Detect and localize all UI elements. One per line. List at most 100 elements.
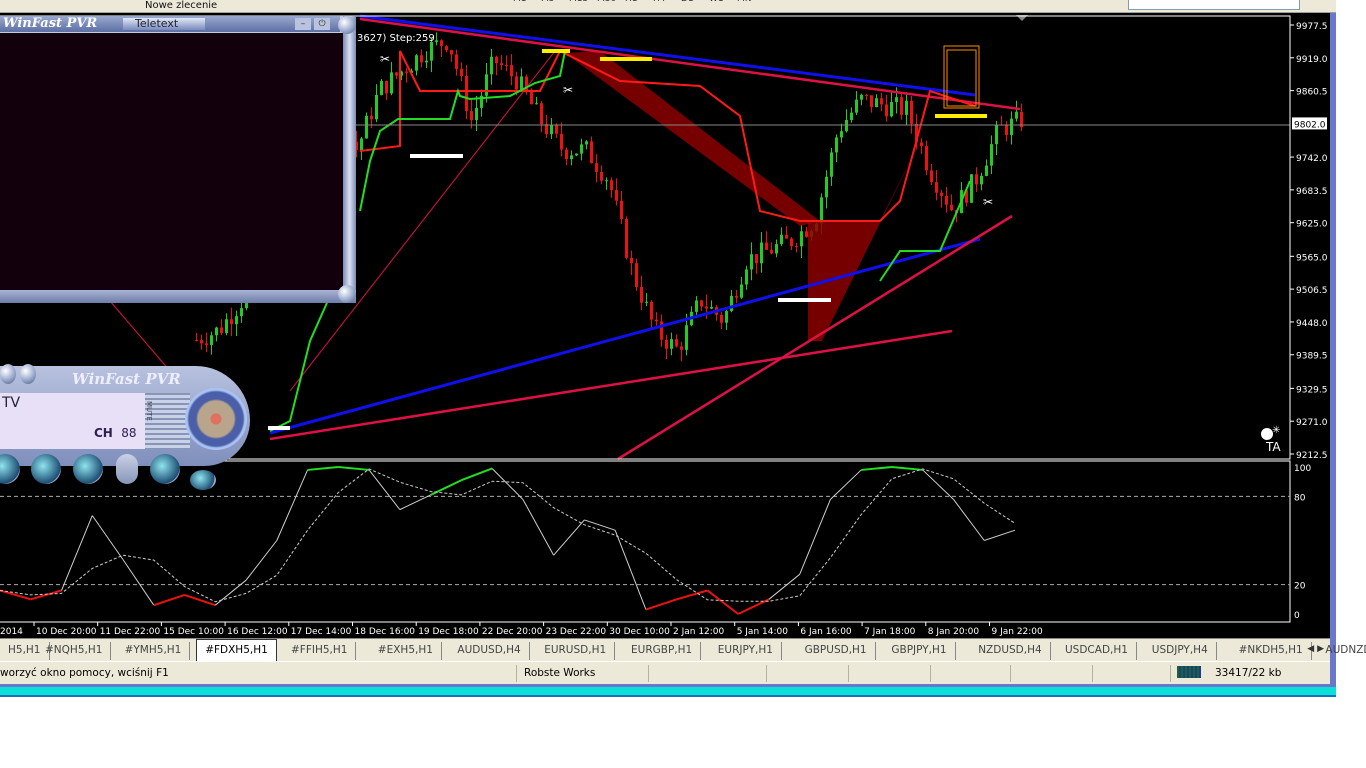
osc-main-segment	[645, 598, 677, 611]
timeframe-h4[interactable]: H4	[653, 0, 666, 4]
tab-scroll-arrows[interactable]: ◀ ▶	[1307, 644, 1324, 654]
candle	[800, 231, 803, 247]
timeframe-m30[interactable]: M30	[597, 0, 616, 4]
candle	[830, 152, 833, 177]
power-button[interactable]: ⏻	[314, 18, 330, 30]
candle	[1010, 118, 1013, 135]
connection-status-icon	[1177, 666, 1201, 678]
teletext-screen	[0, 33, 344, 290]
timeframe-m5[interactable]: M5	[541, 0, 555, 4]
tab-gbpjpyh1[interactable]: GBPJPY,H1	[883, 642, 956, 660]
timeframe-h1[interactable]: H1	[625, 0, 638, 4]
tab-ymh5h1[interactable]: #YMH5,H1	[117, 642, 191, 660]
pvr-remote[interactable]: WinFast PVR TV CH 88 MUTE	[0, 364, 270, 490]
candle	[420, 55, 423, 63]
candle	[560, 133, 563, 150]
candle	[625, 218, 628, 258]
tab-eurgbph1[interactable]: EURGBP,H1	[623, 642, 702, 660]
candle	[435, 40, 438, 43]
search-input[interactable]	[1128, 0, 1300, 10]
tab-gbpusdh1[interactable]: GBPUSD,H1	[797, 642, 876, 660]
osc-main-segment	[676, 589, 708, 601]
candle	[905, 100, 908, 115]
tab-usdcadh1[interactable]: USDCAD,H1	[1057, 642, 1137, 660]
candle	[415, 55, 418, 71]
teletext-window[interactable]: WinFast PVR Teletext – ⏻	[0, 16, 356, 303]
level-marker	[410, 154, 463, 158]
candle	[755, 254, 758, 264]
tab-audusdh4[interactable]: AUDUSD,H4	[449, 642, 530, 660]
level-marker	[935, 114, 987, 118]
candle	[590, 141, 593, 164]
candle	[500, 63, 503, 66]
osc-main-segment	[91, 515, 124, 560]
tab-eurusdh1[interactable]: EURUSD,H1	[536, 642, 616, 660]
candle	[450, 50, 453, 55]
candle	[210, 335, 213, 345]
power-button[interactable]	[20, 364, 36, 384]
candle	[675, 339, 678, 347]
candle	[380, 80, 383, 95]
tab-nqh5h1[interactable]: #NQH5,H1	[37, 642, 112, 660]
tab-eurjpyh1[interactable]: EURJPY,H1	[710, 642, 782, 660]
candle	[220, 327, 223, 334]
candle	[670, 339, 673, 349]
candle	[365, 115, 368, 139]
scissors-icon: ✂	[380, 52, 390, 66]
tab-exh5h1[interactable]: #EXH5,H1	[370, 642, 442, 660]
teletext-side-bar[interactable]	[343, 16, 356, 303]
osc-main-segment	[461, 467, 493, 482]
status-bar: worzyć okno pomocy, wciśnij F1 Robste Wo…	[0, 661, 1330, 684]
candle	[805, 231, 808, 237]
tab-audnzdh4[interactable]: AUDNZD,H4	[1317, 642, 1366, 660]
candle	[620, 200, 623, 219]
candle	[460, 68, 463, 76]
candle	[580, 144, 583, 154]
minimize-button[interactable]	[0, 364, 16, 384]
candle	[685, 325, 688, 350]
indicator-info: 3627) Step:259	[357, 33, 435, 44]
timeframe-d1[interactable]: D1	[681, 0, 694, 4]
osc-main-segment	[861, 466, 893, 471]
ta-label: TA	[1265, 440, 1281, 454]
candle	[990, 144, 993, 166]
tab-fdxh5h1[interactable]: #FDXH5,H1	[196, 639, 277, 661]
osc-main-segment	[184, 593, 216, 607]
trendline	[269, 237, 981, 435]
timeframe-m1[interactable]: M1	[513, 0, 527, 4]
time-tick: 17 Dec 14:00	[291, 627, 352, 637]
candle	[660, 321, 663, 340]
timeframe-w1[interactable]: W1	[709, 0, 724, 4]
tools-button[interactable]	[150, 454, 180, 484]
teletext-titlebar[interactable]: WinFast PVR Teletext – ⏻	[0, 16, 340, 32]
candle	[235, 316, 238, 325]
price-tick: 9565.0	[1296, 253, 1328, 263]
trendline	[109, 300, 171, 372]
timeframe-mn[interactable]: MN	[737, 0, 752, 4]
rewind-button[interactable]	[31, 454, 61, 484]
return-button[interactable]	[190, 470, 216, 490]
candle	[895, 97, 898, 103]
tab-nkdh5h1[interactable]: #NKDH5,H1	[1231, 642, 1312, 660]
mute-volume-slider[interactable]: MUTE	[145, 393, 190, 449]
candle	[555, 125, 558, 134]
tab-usdjpyh4[interactable]: USDJPY,H4	[1144, 642, 1217, 660]
tab-nzdusdh4[interactable]: NZDUSD,H4	[970, 642, 1051, 660]
timeframe-m15[interactable]: M15	[569, 0, 588, 4]
candle	[405, 71, 408, 73]
candle	[825, 176, 828, 198]
winfast-logo: WinFast PVR	[72, 370, 181, 388]
new-order-button[interactable]: Nowe zlecenie	[145, 0, 217, 12]
candle	[700, 300, 703, 307]
candle	[495, 56, 498, 64]
channel-updown-button[interactable]	[116, 454, 138, 484]
candle	[225, 319, 228, 334]
teletext-title: Teletext	[123, 18, 205, 30]
minimize-button[interactable]: –	[295, 18, 311, 30]
main-dial-button[interactable]	[185, 388, 247, 450]
mode-label: TV	[2, 395, 21, 411]
settings-button[interactable]	[73, 454, 103, 484]
price-tick: 9271.0	[1296, 418, 1328, 428]
tab-ffih5h1[interactable]: #FFIH5,H1	[283, 642, 357, 660]
candle	[390, 72, 393, 94]
